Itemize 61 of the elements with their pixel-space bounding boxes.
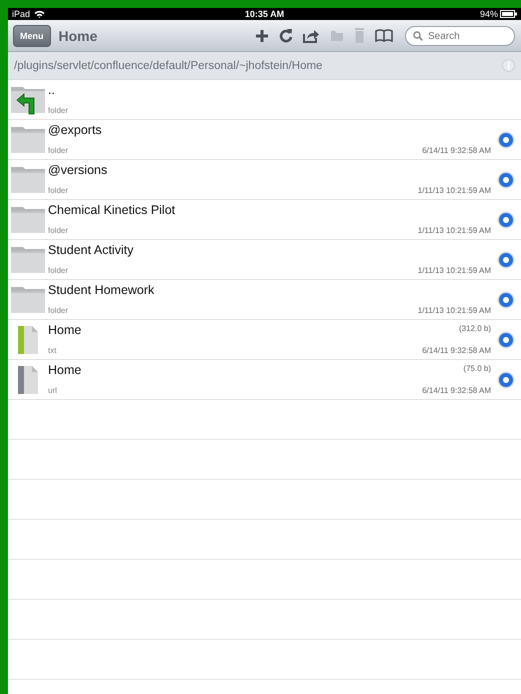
status-time: 10:35 AM xyxy=(244,9,284,19)
book-icon[interactable] xyxy=(375,29,393,42)
folder-icon xyxy=(10,206,46,234)
page-title: Home xyxy=(58,28,98,44)
modified-date: 1/11/13 10:21:59 AM xyxy=(418,186,491,195)
file-row[interactable]: Student Activity folder 1/11/13 10:21:59 AM xyxy=(8,240,521,280)
file-row[interactable]: Home url (75.0 b) 6/14/11 9:32:58 AM xyxy=(8,360,521,400)
detail-disclosure-icon[interactable] xyxy=(497,250,515,268)
folder-icon xyxy=(10,126,46,154)
modified-date: 1/11/13 10:21:59 AM xyxy=(418,266,491,275)
file-name: Student Activity xyxy=(48,243,134,257)
detail-disclosure-icon[interactable] xyxy=(497,210,515,228)
search-icon xyxy=(413,30,423,40)
refresh-icon[interactable] xyxy=(279,28,293,43)
detail-disclosure-icon[interactable] xyxy=(497,370,515,388)
detail-disclosure-icon[interactable] xyxy=(497,290,515,308)
file-row[interactable]: Student Homework folder 1/11/13 10:21:59 AM xyxy=(8,280,521,320)
modified-date: 6/14/11 9:32:58 AM xyxy=(422,146,491,155)
share-icon[interactable] xyxy=(303,28,320,42)
file-name: Home xyxy=(48,323,82,337)
wifi-icon xyxy=(34,10,46,18)
file-row[interactable]: .. folder xyxy=(8,80,521,120)
file-row[interactable]: Home txt (312.0 b) 6/14/11 9:32:58 AM xyxy=(8,320,521,360)
file-icon xyxy=(18,366,38,394)
file-type: folder xyxy=(48,146,70,155)
add-icon[interactable] xyxy=(255,28,269,42)
file-name: @versions xyxy=(48,163,108,177)
file-type: folder xyxy=(48,266,70,275)
file-type: url xyxy=(48,386,58,395)
menu-button[interactable]: Menu xyxy=(13,24,50,46)
file-row[interactable]: @exports folder 6/14/11 9:32:58 AM xyxy=(8,120,521,160)
file-size: (75.0 b) xyxy=(463,364,491,373)
file-size: (312.0 b) xyxy=(458,324,491,333)
text-file-icon xyxy=(18,326,38,354)
folder-icon xyxy=(10,286,46,314)
file-name: Student Homework xyxy=(48,283,156,297)
file-name: @exports xyxy=(48,123,103,137)
folder-icon xyxy=(10,166,46,194)
file-name: Chemical Kinetics Pilot xyxy=(48,203,176,217)
path-text: /plugins/servlet/confluence/default/Personal/~jhofstein/Home xyxy=(14,60,322,72)
file-type: folder xyxy=(48,306,70,315)
file-type: txt xyxy=(48,346,58,355)
modified-date: 1/11/13 10:21:59 AM xyxy=(418,306,491,315)
modified-date: 6/14/11 9:32:58 AM xyxy=(422,386,491,395)
file-row[interactable]: @versions folder 1/11/13 10:21:59 AM xyxy=(8,160,521,200)
detail-disclosure-icon[interactable] xyxy=(497,170,515,188)
file-name: .. xyxy=(48,83,56,97)
file-type: folder xyxy=(48,226,70,235)
file-row[interactable]: Chemical Kinetics Pilot folder 1/11/13 10:21:59 AM xyxy=(8,200,521,240)
file-type: folder xyxy=(48,106,70,115)
folder-icon xyxy=(10,246,46,274)
detail-disclosure-icon[interactable] xyxy=(497,130,515,148)
modified-date: 6/14/11 9:32:58 AM xyxy=(422,346,491,355)
detail-disclosure-icon[interactable] xyxy=(497,330,515,348)
search-field[interactable]: Search xyxy=(405,26,515,46)
battery-icon xyxy=(500,10,517,18)
file-type: folder xyxy=(48,186,70,195)
file-name: Home xyxy=(48,363,82,377)
modified-date: 1/11/13 10:21:59 AM xyxy=(418,226,491,235)
device-name: iPad xyxy=(12,9,30,19)
battery-percent: 94% xyxy=(480,9,498,19)
